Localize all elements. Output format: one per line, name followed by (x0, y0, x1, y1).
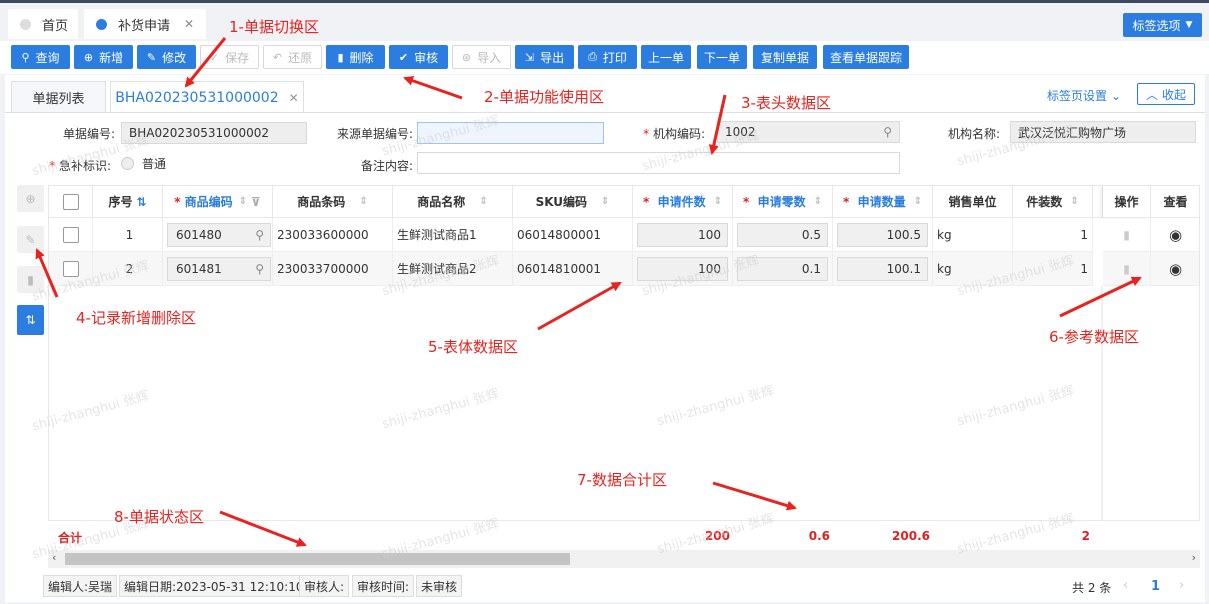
arrow-1 (184, 37, 227, 88)
annotation-5: 5-表体数据区 (428, 338, 518, 356)
annotation-2: 2-单据功能使用区 (484, 88, 604, 106)
arrow-3 (708, 94, 727, 155)
annotation-4: 4-记录新增删除区 (76, 309, 196, 327)
arrow-7 (712, 481, 797, 511)
annotation-3: 3-表头数据区 (741, 94, 831, 112)
annotation-7: 7-数据合计区 (577, 471, 667, 489)
arrow-4 (35, 248, 59, 298)
arrow-5 (537, 281, 622, 331)
annotation-1: 1-单据切换区 (229, 18, 319, 36)
arrow-6 (1059, 276, 1142, 318)
annotation-6: 6-参考数据区 (1049, 328, 1139, 346)
arrow-2 (403, 75, 463, 100)
annotation-8: 8-单据状态区 (114, 508, 204, 526)
arrow-8 (219, 510, 307, 547)
